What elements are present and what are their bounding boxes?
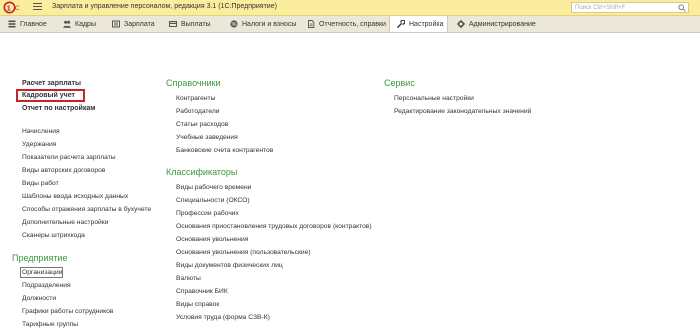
link-barcode-scanners[interactable]: Сканеры штрихкода [22,232,85,240]
people-icon [63,20,71,28]
link-specialties[interactable]: Специальности (ОКСО) [176,197,250,205]
link-identity-document-types[interactable]: Виды документов физических лиц [176,262,283,270]
link-departments[interactable]: Подразделения [22,282,71,290]
section-label: Отчетность, справки [319,20,386,28]
link-deductions[interactable]: Удержания [22,141,56,149]
link-accruals[interactable]: Начисления [22,128,60,136]
link-settings-report[interactable]: Отчет по настройкам [22,105,95,113]
section-payments[interactable]: Выплаты [169,16,211,32]
link-additional-settings[interactable]: Дополнительные настройки [22,219,108,227]
link-salary-indicators[interactable]: Показатели расчета зарплаты [22,154,116,162]
heading-enterprise: Предприятие [12,253,68,263]
section-label: Кадры [75,20,96,28]
heading-service: Сервис [384,78,415,88]
wrench-icon [397,20,405,28]
link-contract-suspension-grounds[interactable]: Основания приостановления трудовых догов… [176,223,372,231]
link-payroll-calculation[interactable]: Расчет зарплаты [22,80,81,88]
link-author-contracts[interactable]: Виды авторских договоров [22,167,105,175]
link-worker-professions[interactable]: Профессии рабочих [176,210,239,218]
link-personal-settings[interactable]: Персональные настройки [394,95,474,103]
link-certificate-types[interactable]: Виды справок [176,301,219,309]
1c-logo-icon: 1 C [3,1,20,14]
link-accounting-reflection[interactable]: Способы отражения зарплаты в бухучете [22,206,151,214]
link-employers[interactable]: Работодатели [176,108,220,116]
link-legislative-values[interactable]: Редактирование законодательных значений [394,108,531,116]
gear-icon [457,20,465,28]
link-organizations[interactable]: Организации [22,269,62,277]
title-bar: 1 C Зарплата и управление персоналом, ре… [0,0,700,16]
main-menu-icon[interactable] [33,3,42,12]
payments-icon [169,21,177,27]
section-label: Выплаты [181,20,211,28]
heading-directories: Справочники [166,78,221,88]
link-working-time-types[interactable]: Виды рабочего времени [176,184,251,192]
link-work-types[interactable]: Виды работ [22,180,59,188]
app-title: Зарплата и управление персоналом, редакц… [52,3,277,10]
link-input-templates[interactable]: Шаблоны ввода исходных данных [22,193,128,201]
svg-text:C: C [15,6,20,12]
link-dismissal-grounds[interactable]: Основания увольнения [176,236,248,244]
link-personnel-accounting[interactable]: Кадровый учет [22,92,75,100]
link-positions[interactable]: Должности [22,295,56,303]
section-reports[interactable]: Отчетность, справки [307,16,386,32]
section-settings[interactable]: Настройка [389,16,448,32]
search-icon[interactable] [678,4,686,12]
link-tariff-groups[interactable]: Тарифные группы [22,321,78,329]
link-working-conditions[interactable]: Условия труда (форма СЗВ-К) [176,314,270,322]
section-main[interactable]: Главное [8,16,47,32]
section-label: Настройка [409,20,444,28]
link-educational-institutions[interactable]: Учебные заведения [176,134,238,142]
heading-classifiers: Классификаторы [166,167,238,177]
section-taxes[interactable]: % Налоги и взносы [230,16,296,32]
section-label: Зарплата [124,20,155,28]
svg-text:%: % [232,22,237,28]
link-bik-directory[interactable]: Справочник БИК [176,288,228,296]
sections-panel: Главное Кадры Зарплата Выплаты % Налоги … [0,16,700,33]
section-personnel[interactable]: Кадры [63,16,96,32]
section-label: Администрирование [469,20,536,28]
link-expense-items[interactable]: Статьи расходов [176,121,228,129]
svg-text:1: 1 [7,3,11,12]
percent-icon: % [230,20,238,28]
section-salary[interactable]: Зарплата [112,16,155,32]
home-icon [8,20,16,28]
link-counterparties[interactable]: Контрагенты [176,95,215,103]
salary-icon [112,20,120,28]
link-currencies[interactable]: Валюты [176,275,201,283]
section-label: Налоги и взносы [242,20,297,28]
section-label: Главное [20,20,47,28]
link-bank-accounts[interactable]: Банковские счета контрагентов [176,147,273,155]
link-custom-dismissal-grounds[interactable]: Основания увольнения (пользовательские) [176,249,311,257]
link-work-schedules[interactable]: Графики работы сотрудников [22,308,113,316]
global-search-input[interactable]: Поиск Ctrl+Shift+F [571,2,689,13]
section-administration[interactable]: Администрирование [457,16,536,32]
search-placeholder: Поиск Ctrl+Shift+F [575,5,626,11]
reports-icon [308,20,315,28]
